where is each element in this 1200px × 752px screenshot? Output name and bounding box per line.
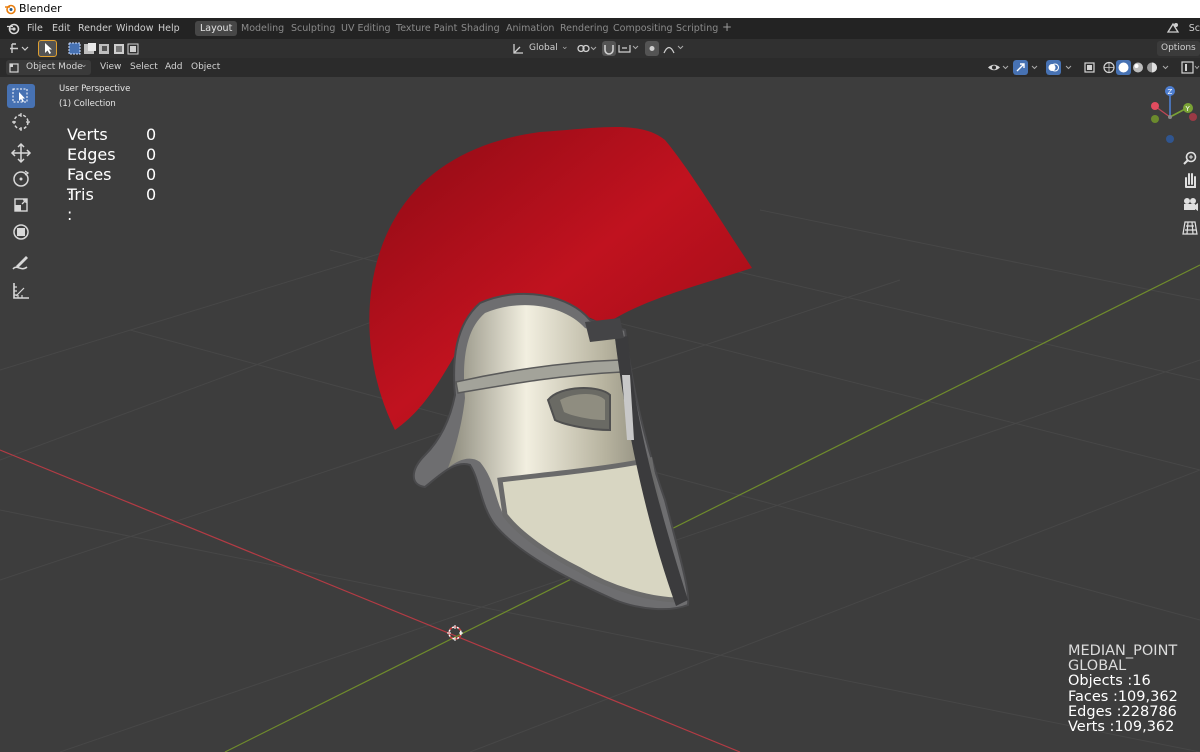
tab-compositing[interactable]: Compositing [608,21,678,36]
move-tool-icon[interactable] [7,141,35,165]
blender-logo-icon [5,4,16,15]
blender-menu-icon[interactable] [6,22,20,35]
tab-texture-paint[interactable]: Texture Paint [391,21,462,36]
add-workspace-button[interactable]: + [722,20,732,34]
verts-count: Verts :109,362 [1068,719,1175,736]
transform-orientation-dropdown[interactable]: Global [529,43,558,53]
tab-layout[interactable]: Layout [195,21,238,36]
selection-mode-icons[interactable] [68,42,140,55]
select-box-tool[interactable] [7,84,35,108]
tab-shading[interactable]: Shading [456,21,505,36]
zoom-icon[interactable] [1180,149,1200,169]
shading-mode-icons[interactable] [1101,60,1173,75]
viewport-collection-label: (1) Collection [59,99,116,109]
rotate-tool-icon[interactable] [7,167,35,191]
ortho-grid-icon[interactable] [1180,218,1200,238]
objects-count: Objects :16 [1068,673,1151,690]
menu-select[interactable]: Select [130,62,158,72]
top-menu-bar: File Edit Render Window Help Layout Mode… [0,18,1200,39]
proportional-editing-icon[interactable] [645,41,685,56]
menu-window[interactable]: Window [116,23,153,34]
options-button[interactable]: Options [1157,41,1200,56]
menu-add[interactable]: Add [165,62,182,72]
tab-modeling[interactable]: Modeling [236,21,289,36]
orientation-label: GLOBAL [1068,658,1127,675]
tab-uv-editing[interactable]: UV Editing [336,21,396,36]
menu-file[interactable]: File [27,23,43,34]
chevron-down-icon: ⌄ [561,42,569,52]
pivot-point-label: MEDIAN_POINT [1068,643,1178,659]
viewport-perspective-label: User Perspective [59,84,131,94]
transform-orientation-icon [513,44,523,54]
scene-icon[interactable] [1166,21,1180,35]
viewport-scene: Z Y [0,86,1200,752]
sidebar-toggle-icon[interactable] [1180,60,1200,75]
tab-rendering[interactable]: Rendering [555,21,614,36]
window-title: Blender [19,2,62,15]
cursor-arrow-icon [45,43,52,54]
measure-tool-icon[interactable] [7,279,35,303]
scale-tool-icon[interactable] [7,193,35,217]
edges-count: Edges :228786 [1068,703,1177,720]
tab-animation[interactable]: Animation [501,21,559,36]
chevron-down-icon: ⌄ [80,60,88,70]
tool-settings-header: Global ⌄ Options [0,39,1200,58]
object-mode-icon [9,63,19,73]
3d-viewport[interactable]: Z Y [0,77,1200,752]
window-titlebar: Blender [0,0,1200,18]
gizmo-neg-z-axis[interactable] [1166,135,1174,143]
gizmo-z-label: Z [1168,88,1173,96]
viewport-header: Object Mode ⌄ View Select Add Object [0,58,1200,77]
helmet-crest-holder [585,318,624,342]
menu-edit[interactable]: Edit [52,23,70,34]
tab-scripting[interactable]: Scripting [671,21,723,36]
scene-statistics: MEDIAN_POINT GLOBAL Objects :16 Faces :1… [1068,643,1178,736]
gizmo-neg-x-axis[interactable] [1189,113,1197,121]
pan-hand-icon[interactable] [1180,170,1200,190]
mode-dropdown[interactable]: Object Mode ⌄ [6,60,91,75]
faces-count: Faces :109,362 [1068,688,1178,705]
overlays-icon[interactable] [1046,60,1076,75]
cursor-tool-icon[interactable] [7,110,35,134]
menu-view[interactable]: View [100,62,121,72]
gizmo-x-axis[interactable] [1151,102,1159,110]
snapping-icon[interactable] [602,41,640,56]
editor-type-icon[interactable] [8,41,30,56]
pivot-point-icon[interactable] [576,42,598,55]
tab-sculpting[interactable]: Sculpting [286,21,340,36]
select-tool-button[interactable] [38,40,57,57]
select-box-icon [12,88,28,103]
visibility-icon[interactable] [986,60,1010,75]
camera-view-icon[interactable] [1180,194,1200,214]
scene-selector[interactable]: Sc [1189,23,1200,34]
gizmo-y-label: Y [1185,105,1191,113]
navigation-gizmo[interactable] [1151,86,1197,143]
menu-render[interactable]: Render [78,23,112,34]
gizmo-toggle-icon[interactable] [1013,60,1041,75]
transform-tool-icon[interactable] [7,220,35,244]
xray-toggle-icon[interactable] [1083,60,1097,75]
menu-object[interactable]: Object [191,62,220,72]
annotate-tool-icon[interactable] [7,252,35,276]
menu-help[interactable]: Help [158,23,180,34]
gizmo-neg-y-axis[interactable] [1151,115,1159,123]
